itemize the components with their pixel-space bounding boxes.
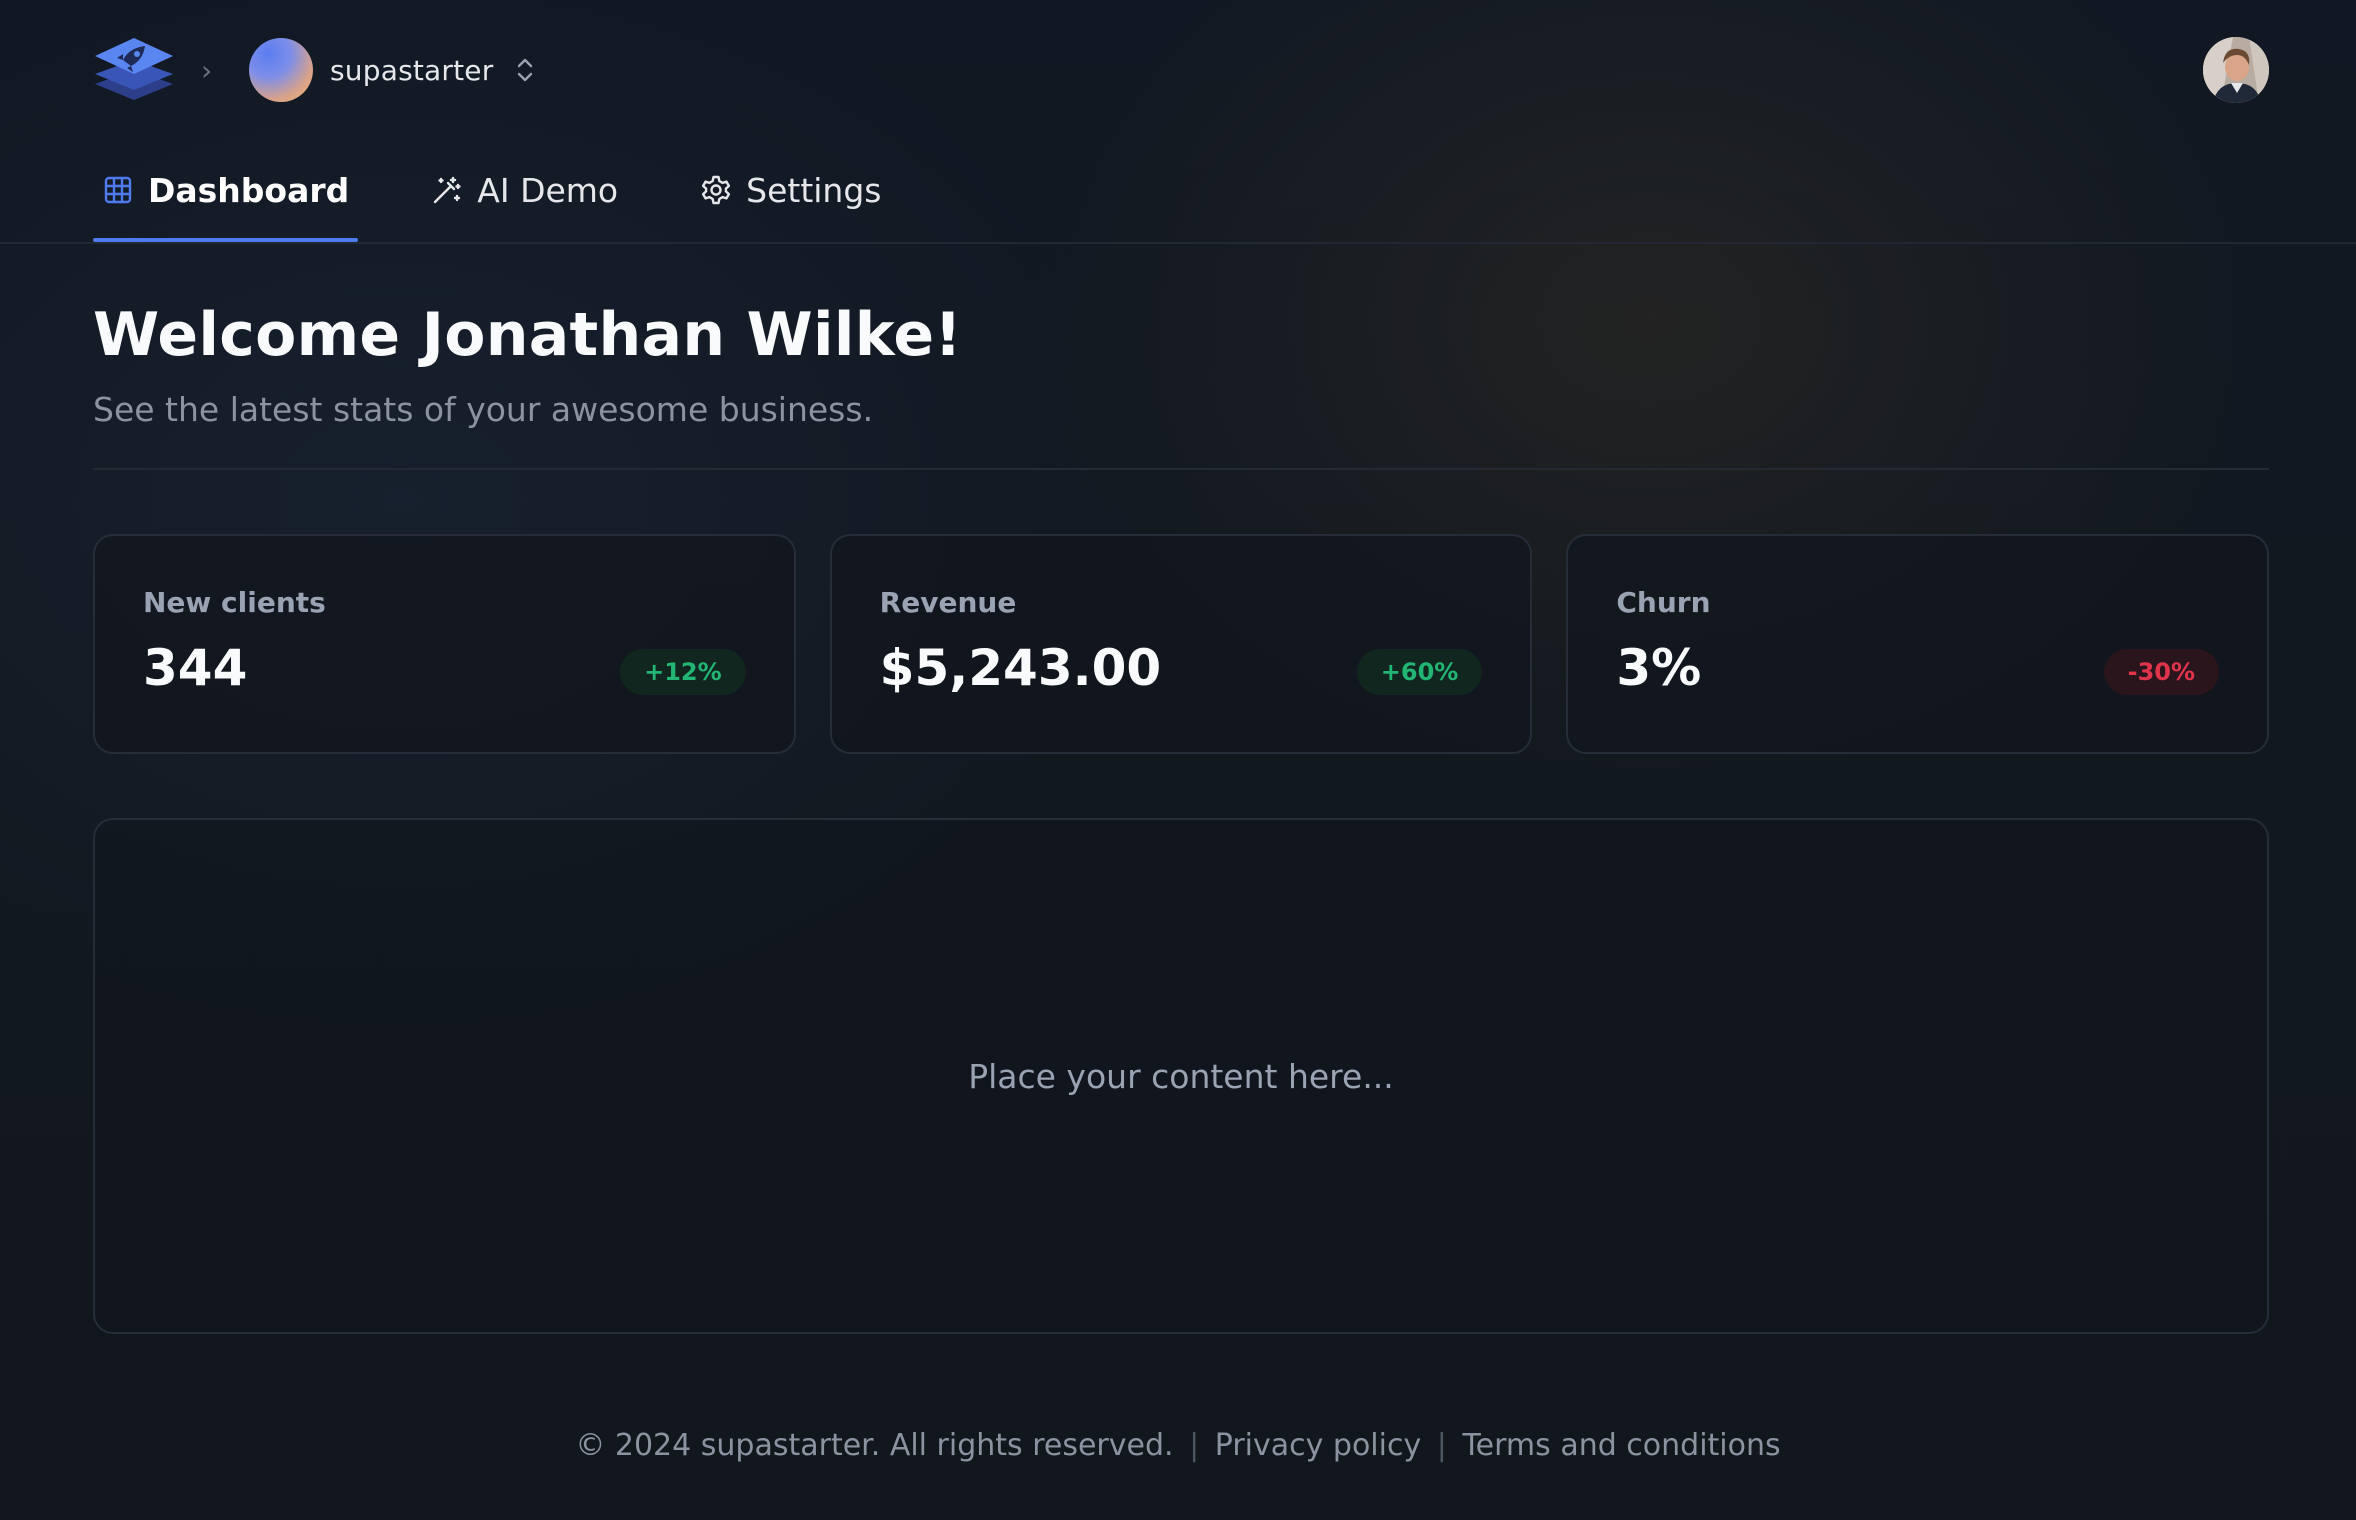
magic-wand-icon: [431, 174, 463, 206]
stat-card-churn: Churn 3% -30%: [1566, 534, 2270, 754]
org-avatar[interactable]: [249, 38, 313, 102]
grid-icon: [102, 174, 134, 206]
breadcrumb-separator: ›: [201, 53, 213, 87]
tab-dashboard[interactable]: Dashboard: [93, 150, 359, 242]
page-title: Welcome Jonathan Wilke!: [93, 300, 962, 370]
stat-change-badge: +60%: [1356, 649, 1483, 695]
tab-label: Settings: [746, 170, 882, 210]
stats-row: New clients 344 +12% Revenue $5,243.00 +…: [93, 534, 2270, 754]
page-subtitle: See the latest stats of your awesome bus…: [93, 390, 874, 429]
stat-label: Churn: [1616, 586, 1711, 619]
top-bar: › supastarter: [93, 30, 2269, 110]
tab-ai-demo[interactable]: AI Demo: [422, 150, 627, 230]
copyright-text: © 2024 supastarter. All rights reserved.: [575, 1428, 1174, 1463]
content-placeholder-text: Place your content here...: [968, 1056, 1394, 1096]
main-nav: Dashboard AI Demo Settings: [93, 150, 954, 242]
gear-icon: [700, 174, 732, 206]
stat-label: Revenue: [879, 586, 1017, 619]
section-divider: [93, 468, 2269, 470]
tab-settings[interactable]: Settings: [691, 150, 890, 230]
footer: © 2024 supastarter. All rights reserved.…: [0, 1428, 2356, 1463]
user-avatar[interactable]: [2203, 37, 2269, 103]
stat-change-badge: -30%: [2103, 649, 2220, 695]
app-page: › supastarter Dashboard AI Demo Settings…: [0, 0, 2356, 1520]
welcome-section: Welcome Jonathan Wilke! See the latest s…: [93, 300, 2269, 429]
stat-card-revenue: Revenue $5,243.00 +60%: [829, 534, 1533, 754]
content-placeholder-panel: Place your content here...: [93, 818, 2269, 1334]
privacy-policy-link[interactable]: Privacy policy: [1215, 1428, 1421, 1463]
footer-separator: |: [1436, 1428, 1447, 1463]
tab-label: AI Demo: [477, 170, 619, 210]
stat-card-new-clients: New clients 344 +12%: [93, 534, 796, 754]
footer-separator: |: [1189, 1428, 1200, 1463]
terms-link[interactable]: Terms and conditions: [1462, 1428, 1780, 1463]
chevrons-up-down-icon[interactable]: [513, 53, 537, 87]
stat-label: New clients: [143, 586, 326, 619]
stat-change-badge: +12%: [620, 649, 746, 695]
org-name[interactable]: supastarter: [330, 54, 493, 87]
nav-divider: [0, 242, 2356, 244]
tab-label: Dashboard: [148, 170, 350, 210]
rocket-stack-logo-icon[interactable]: [93, 34, 175, 106]
